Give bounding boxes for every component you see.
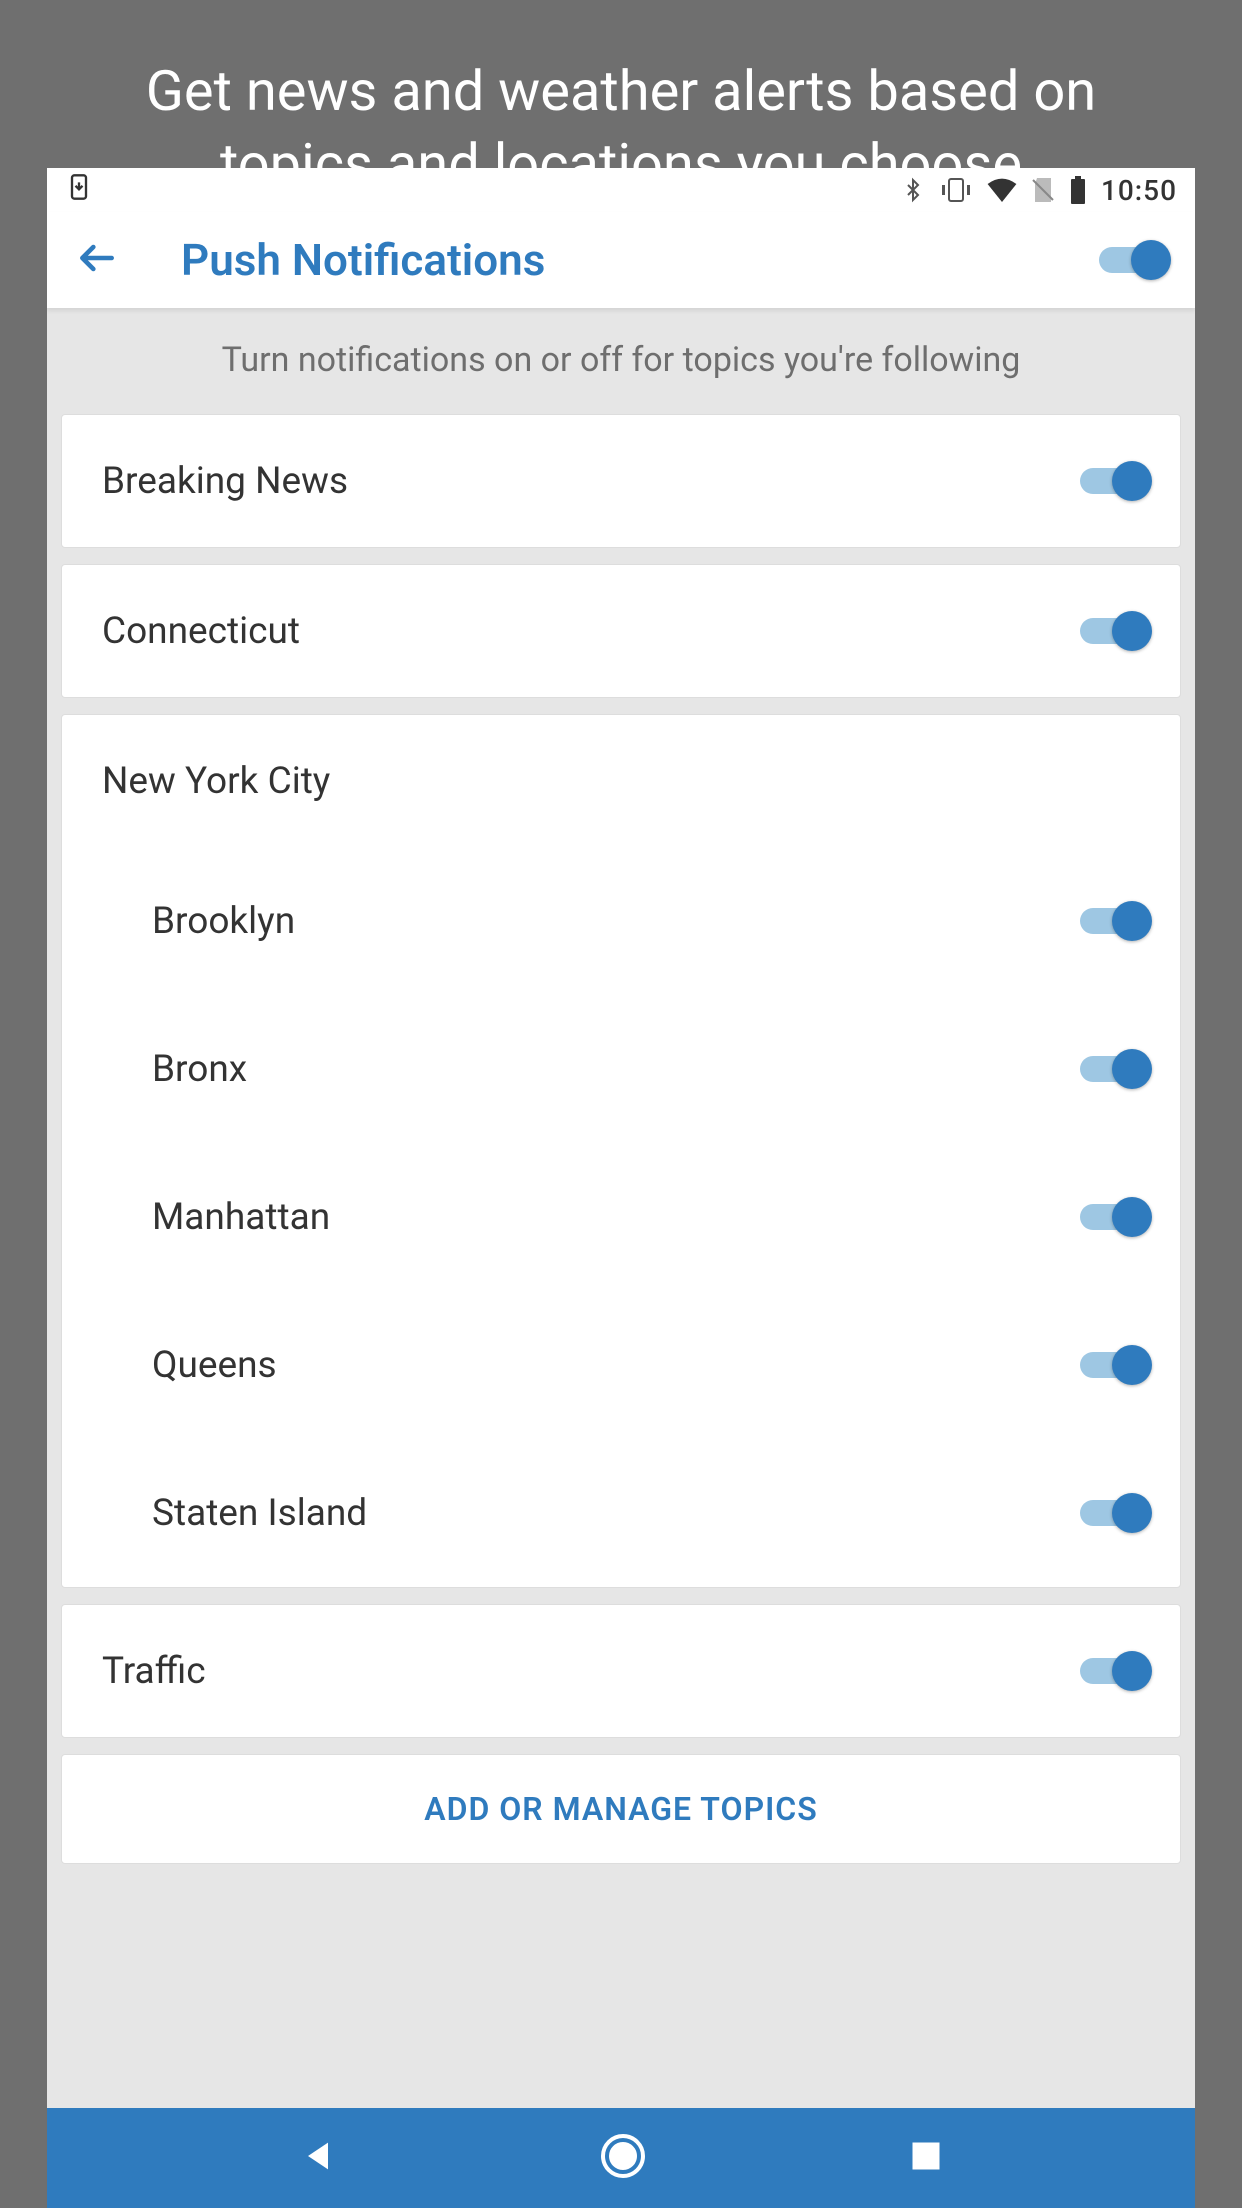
toggle-manhattan[interactable] bbox=[1080, 1195, 1152, 1239]
vibrate-icon bbox=[939, 177, 973, 203]
topic-label: Traffic bbox=[102, 1650, 1080, 1693]
card-manage: ADD OR MANAGE TOPICS bbox=[61, 1754, 1181, 1864]
card-nyc: New York City Brooklyn Bronx Manhattan Q… bbox=[61, 714, 1181, 1588]
download-icon bbox=[65, 175, 93, 208]
toggle-queens[interactable] bbox=[1080, 1343, 1152, 1387]
app-header: Push Notifications bbox=[47, 212, 1195, 308]
content-area: Turn notifications on or off for topics … bbox=[47, 308, 1195, 1864]
toggle-bronx[interactable] bbox=[1080, 1047, 1152, 1091]
wifi-icon bbox=[987, 178, 1017, 202]
toggle-connecticut[interactable] bbox=[1080, 609, 1152, 653]
card-traffic: Traffic bbox=[61, 1604, 1181, 1738]
master-toggle[interactable] bbox=[1099, 238, 1171, 282]
nav-back-icon[interactable] bbox=[298, 2136, 338, 2180]
status-time: 10:50 bbox=[1101, 174, 1177, 207]
topic-label: Breaking News bbox=[102, 460, 1080, 503]
device-frame: 10:50 Push Notifications Turn notificati… bbox=[47, 168, 1195, 2208]
topic-label: Connecticut bbox=[102, 610, 1080, 653]
topic-label: Staten Island bbox=[152, 1492, 1080, 1535]
toggle-staten-island[interactable] bbox=[1080, 1491, 1152, 1535]
page-title: Push Notifications bbox=[181, 234, 1099, 286]
subtitle-text: Turn notifications on or off for topics … bbox=[47, 308, 1195, 414]
back-arrow-icon[interactable] bbox=[75, 236, 119, 284]
battery-icon bbox=[1069, 176, 1087, 204]
card-connecticut: Connecticut bbox=[61, 564, 1181, 698]
status-bar: 10:50 bbox=[47, 168, 1195, 212]
card-breaking-news: Breaking News bbox=[61, 414, 1181, 548]
nav-recent-icon[interactable] bbox=[908, 2138, 944, 2178]
topic-label: Bronx bbox=[152, 1048, 1080, 1091]
manage-topics-button[interactable]: ADD OR MANAGE TOPICS bbox=[62, 1755, 1180, 1863]
no-sim-icon bbox=[1031, 176, 1055, 204]
toggle-brooklyn[interactable] bbox=[1080, 899, 1152, 943]
android-nav-bar bbox=[47, 2108, 1195, 2208]
toggle-traffic[interactable] bbox=[1080, 1649, 1152, 1693]
bluetooth-icon bbox=[901, 176, 925, 204]
topic-label: Brooklyn bbox=[152, 900, 1080, 943]
nav-home-icon[interactable] bbox=[599, 2132, 647, 2184]
toggle-breaking-news[interactable] bbox=[1080, 459, 1152, 503]
topic-label: Manhattan bbox=[152, 1196, 1080, 1239]
topic-label: Queens bbox=[152, 1344, 1080, 1387]
group-label-nyc: New York City bbox=[102, 760, 1152, 803]
